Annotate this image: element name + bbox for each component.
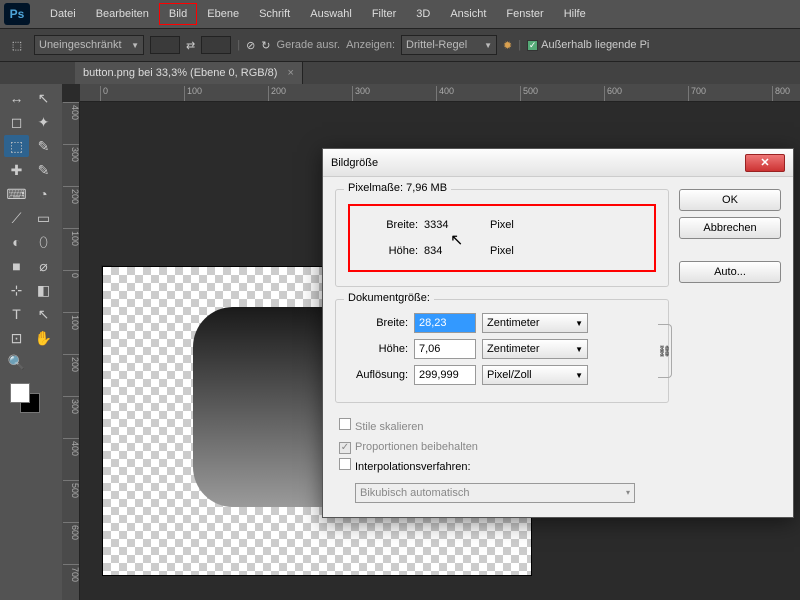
menu-datei[interactable]: Datei	[40, 3, 86, 25]
dialog-title: Bildgröße	[331, 157, 378, 169]
dialog-close-button[interactable]: ✕	[745, 154, 785, 172]
width-field[interactable]	[150, 36, 180, 54]
scale-styles-label: Stile skalieren	[355, 421, 423, 433]
menu-hilfe[interactable]: Hilfe	[554, 3, 596, 25]
px-width-unit: Pixel	[490, 219, 550, 231]
toolbox: ↔↖◻✦⬚✎✚✎⌨◔⟋▭◐⬯■⌀⊹◧T↖⊡✋🔍	[0, 84, 62, 600]
doc-width-unit-dropdown[interactable]: Zentimeter▼	[482, 313, 588, 333]
tool-7[interactable]: ✎	[31, 159, 56, 181]
menu-bearbeiten[interactable]: Bearbeiten	[86, 3, 159, 25]
interpolation-dropdown: Bikubisch automatisch▾	[355, 483, 635, 503]
vertical-ruler: 4003002001000100200300400500600700800	[62, 102, 80, 600]
tool-18[interactable]: T	[4, 303, 29, 325]
px-height-label: Höhe:	[358, 245, 418, 257]
resample-checkbox[interactable]	[339, 458, 351, 470]
tool-9[interactable]: ◔	[31, 183, 56, 205]
doc-width-input[interactable]: 28,23	[414, 313, 476, 333]
tool-13[interactable]: ⬯	[31, 231, 56, 253]
doc-height-unit-dropdown[interactable]: Zentimeter▼	[482, 339, 588, 359]
highlight-box: Breite: 3334 Pixel Höhe: 834 Pixel	[348, 204, 656, 272]
tool-2[interactable]: ◻	[4, 111, 29, 133]
auto-button[interactable]: Auto...	[679, 261, 781, 283]
tool-8[interactable]: ⌨	[4, 183, 29, 205]
clear-icon[interactable]: ⊘	[246, 39, 255, 52]
tool-6[interactable]: ✚	[4, 159, 29, 181]
straighten-button[interactable]: Gerade ausr.	[277, 39, 341, 51]
resolution-label: Auflösung:	[348, 369, 408, 381]
horizontal-ruler: 0100200300400500600700800	[80, 84, 800, 102]
menu-filter[interactable]: Filter	[362, 3, 406, 25]
close-tab-icon[interactable]: ×	[287, 67, 293, 79]
px-height-value: 834	[424, 245, 484, 257]
cancel-button[interactable]: Abbrechen	[679, 217, 781, 239]
resample-label: Interpolationsverfahren:	[355, 461, 471, 473]
link-icon[interactable]: ⛓	[658, 324, 672, 378]
delete-outside-checkbox[interactable]: ✓Außerhalb liegende Pi	[527, 39, 649, 51]
px-height-unit: Pixel	[490, 245, 550, 257]
view-label: Anzeigen:	[346, 39, 395, 51]
ok-button[interactable]: OK	[679, 189, 781, 211]
menu-ebene[interactable]: Ebene	[197, 3, 249, 25]
pixel-dimensions-group: Pixelmaße: 7,96 MB Breite: 3334 Pixel Hö…	[335, 189, 669, 287]
tool-4[interactable]: ⬚	[4, 135, 29, 157]
tool-3[interactable]: ✦	[31, 111, 56, 133]
tool-14[interactable]: ■	[4, 255, 29, 277]
tool-21[interactable]: ✋	[31, 327, 56, 349]
crop-tool-icon[interactable]: ⬚	[6, 34, 28, 56]
menu-schrift[interactable]: Schrift	[249, 3, 300, 25]
constrain-checkbox[interactable]: ✓	[339, 442, 351, 454]
menubar: Ps DateiBearbeitenBildEbeneSchriftAuswah…	[0, 0, 800, 28]
menu-fenster[interactable]: Fenster	[496, 3, 553, 25]
height-field[interactable]	[201, 36, 231, 54]
tool-19[interactable]: ↖	[31, 303, 56, 325]
dialog-titlebar[interactable]: Bildgröße ✕	[323, 149, 793, 177]
app-logo: Ps	[4, 3, 30, 25]
scale-styles-checkbox[interactable]	[339, 418, 351, 430]
tool-11[interactable]: ▭	[31, 207, 56, 229]
document-size-group: Dokumentgröße: Breite: 28,23 Zentimeter▼…	[335, 299, 669, 403]
constrain-label: Proportionen beibehalten	[355, 441, 478, 453]
px-width-label: Breite:	[358, 219, 418, 231]
swap-icon[interactable]: ⇄	[186, 39, 195, 52]
tool-12[interactable]: ◐	[4, 231, 29, 253]
gear-icon[interactable]: ✹	[503, 39, 512, 52]
ratio-dropdown[interactable]: Uneingeschränkt▼	[34, 35, 144, 55]
menu-3d[interactable]: 3D	[406, 3, 440, 25]
color-swatches[interactable]	[10, 383, 50, 423]
foreground-swatch[interactable]	[10, 383, 30, 403]
pixel-legend: Pixelmaße: 7,96 MB	[344, 182, 451, 194]
document-tab[interactable]: button.png bei 33,3% (Ebene 0, RGB/8) ×	[75, 62, 303, 84]
tool-20[interactable]: ⊡	[4, 327, 29, 349]
doc-width-label: Breite:	[348, 317, 408, 329]
options-bar: ⬚ Uneingeschränkt▼ ⇄ | ⊘ ↻ Gerade ausr. …	[0, 28, 800, 62]
resolution-input[interactable]: 299,999	[414, 365, 476, 385]
tool-5[interactable]: ✎	[31, 135, 56, 157]
menu-auswahl[interactable]: Auswahl	[300, 3, 362, 25]
tool-0[interactable]: ↔	[4, 87, 29, 109]
tool-17[interactable]: ◧	[31, 279, 56, 301]
doc-height-label: Höhe:	[348, 343, 408, 355]
doc-legend: Dokumentgröße:	[344, 292, 434, 304]
document-tab-bar: button.png bei 33,3% (Ebene 0, RGB/8) ×	[0, 62, 800, 84]
tool-22[interactable]: 🔍	[4, 351, 29, 373]
view-dropdown[interactable]: Drittel-Regel▼	[401, 35, 497, 55]
image-size-dialog: Bildgröße ✕ Pixelmaße: 7,96 MB Breite: 3…	[322, 148, 794, 518]
doc-height-input[interactable]: 7,06	[414, 339, 476, 359]
px-width-value: 3334	[424, 219, 484, 231]
document-tab-label: button.png bei 33,3% (Ebene 0, RGB/8)	[83, 67, 277, 79]
rotate-icon[interactable]: ↻	[261, 39, 270, 52]
tool-1[interactable]: ↖	[31, 87, 56, 109]
tool-15[interactable]: ⌀	[31, 255, 56, 277]
menu-bild[interactable]: Bild	[159, 3, 197, 25]
menu-ansicht[interactable]: Ansicht	[440, 3, 496, 25]
resolution-unit-dropdown[interactable]: Pixel/Zoll▼	[482, 365, 588, 385]
tool-16[interactable]: ⊹	[4, 279, 29, 301]
tool-10[interactable]: ⟋	[4, 207, 29, 229]
